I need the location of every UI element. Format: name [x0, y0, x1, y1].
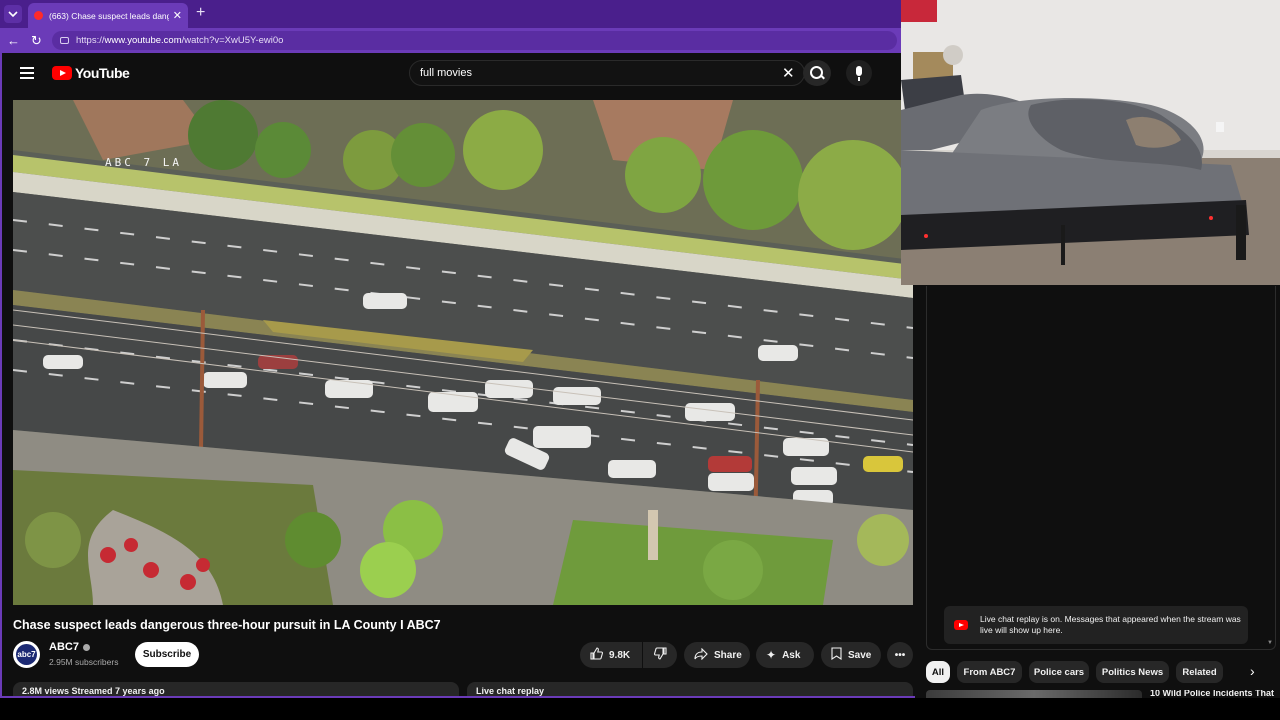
- reload-icon[interactable]: ↻: [31, 33, 42, 49]
- window-border-left: [0, 53, 2, 698]
- sparkle-icon: ✦: [766, 648, 777, 662]
- channel-name-line[interactable]: ABC7: [49, 641, 90, 653]
- search-input[interactable]: [420, 65, 720, 81]
- live-chat-frame: [926, 286, 1276, 650]
- ask-button[interactable]: ✦ Ask: [756, 642, 814, 668]
- webcam-overlay: [901, 0, 1280, 285]
- search-box: ✕: [409, 60, 805, 86]
- youtube-play-logo-icon: [52, 66, 72, 80]
- like-count: 9.8K: [609, 649, 631, 661]
- thumbs-up-icon: [590, 647, 604, 663]
- save-button[interactable]: Save: [821, 642, 881, 668]
- channel-avatar[interactable]: abc7: [13, 641, 40, 668]
- dislike-button[interactable]: [643, 642, 677, 668]
- browser-tab-bar: (663) Chase suspect leads dangerous thre…: [0, 0, 901, 28]
- webcam-bedroom-image: [901, 0, 1280, 285]
- url-field[interactable]: https://www.youtube.com/watch?v=XwU5Y-ew…: [52, 31, 897, 50]
- address-bar: ← ↻ https://www.youtube.com/watch?v=XwU5…: [0, 28, 901, 53]
- recommendation-item[interactable]: 10 Wild Police Incidents That: [926, 690, 1276, 698]
- save-label: Save: [848, 649, 872, 661]
- chips-next-chevron-icon[interactable]: ›: [1250, 663, 1255, 679]
- recommendation-thumbnail: [926, 690, 1142, 698]
- ask-label: Ask: [782, 649, 801, 661]
- more-actions-icon[interactable]: •••: [887, 642, 913, 668]
- abc7-la-watermark: ABC 7 LA: [105, 156, 182, 169]
- youtube-page: YouTube ✕: [0, 53, 915, 698]
- tab-title: (663) Chase suspect leads dangerous thre…: [49, 10, 169, 21]
- close-tab-icon[interactable]: ✕: [173, 9, 182, 22]
- view-stats: 2.8M views Streamed 7 years ago: [22, 686, 165, 696]
- share-label: Share: [714, 649, 742, 661]
- browser-tab[interactable]: (663) Chase suspect leads dangerous thre…: [28, 3, 188, 28]
- chat-replay-notice: Live chat replay is on. Messages that ap…: [944, 606, 1248, 644]
- new-tab-plus-icon[interactable]: +: [196, 4, 205, 22]
- clear-search-icon[interactable]: ✕: [782, 64, 795, 82]
- video-title: Chase suspect leads dangerous three-hour…: [13, 618, 441, 632]
- chip-police-cars[interactable]: Police cars: [1029, 661, 1089, 683]
- subscribe-button[interactable]: Subscribe: [135, 642, 199, 667]
- verified-check-icon: [82, 643, 90, 651]
- youtube-favicon-icon: [34, 11, 43, 20]
- chat-replay-notice-text: Live chat replay is on. Messages that ap…: [980, 614, 1241, 635]
- chip-politics-news[interactable]: Politics News: [1096, 661, 1169, 683]
- share-button[interactable]: Share: [684, 642, 750, 668]
- live-chat-replay-label: Live chat replay: [476, 686, 545, 696]
- chat-scroll-down-icon[interactable]: ▼: [1267, 640, 1273, 646]
- subscriber-count: 2.95M subscribers: [49, 657, 119, 667]
- bookmark-icon: [831, 647, 842, 663]
- chip-related[interactable]: Related: [1176, 661, 1223, 683]
- url-prefix: https://: [76, 35, 105, 46]
- tab-list-chevron-icon[interactable]: [4, 5, 22, 23]
- video-player[interactable]: ABC 7 LA: [13, 100, 913, 605]
- chip-all[interactable]: All: [926, 661, 950, 683]
- youtube-logo[interactable]: YouTube: [52, 65, 130, 81]
- aerial-highway-footage: [13, 100, 913, 605]
- youtube-logo-text: YouTube: [75, 65, 130, 81]
- share-arrow-icon: [694, 647, 708, 663]
- menu-hamburger-icon[interactable]: [20, 67, 34, 79]
- thumbs-down-icon: [653, 647, 667, 663]
- url-path: /watch?v=XwU5Y-ewi0o: [181, 35, 284, 46]
- taskbar-strip: [0, 698, 1280, 720]
- microphone-icon[interactable]: [846, 60, 872, 86]
- youtube-notice-icon: [954, 620, 968, 630]
- back-arrow-icon[interactable]: ←: [7, 33, 20, 48]
- recommendation-title: 10 Wild Police Incidents That: [1150, 690, 1274, 698]
- url-domain: www.youtube.com: [104, 35, 182, 46]
- chip-from-abc7[interactable]: From ABC7: [957, 661, 1022, 683]
- like-button[interactable]: 9.8K: [580, 642, 642, 668]
- channel-name: ABC7: [49, 641, 79, 653]
- youtube-header: YouTube ✕: [0, 53, 915, 93]
- channel-avatar-text: abc7: [16, 644, 37, 665]
- search-icon[interactable]: [803, 60, 831, 86]
- site-info-icon[interactable]: [60, 37, 69, 44]
